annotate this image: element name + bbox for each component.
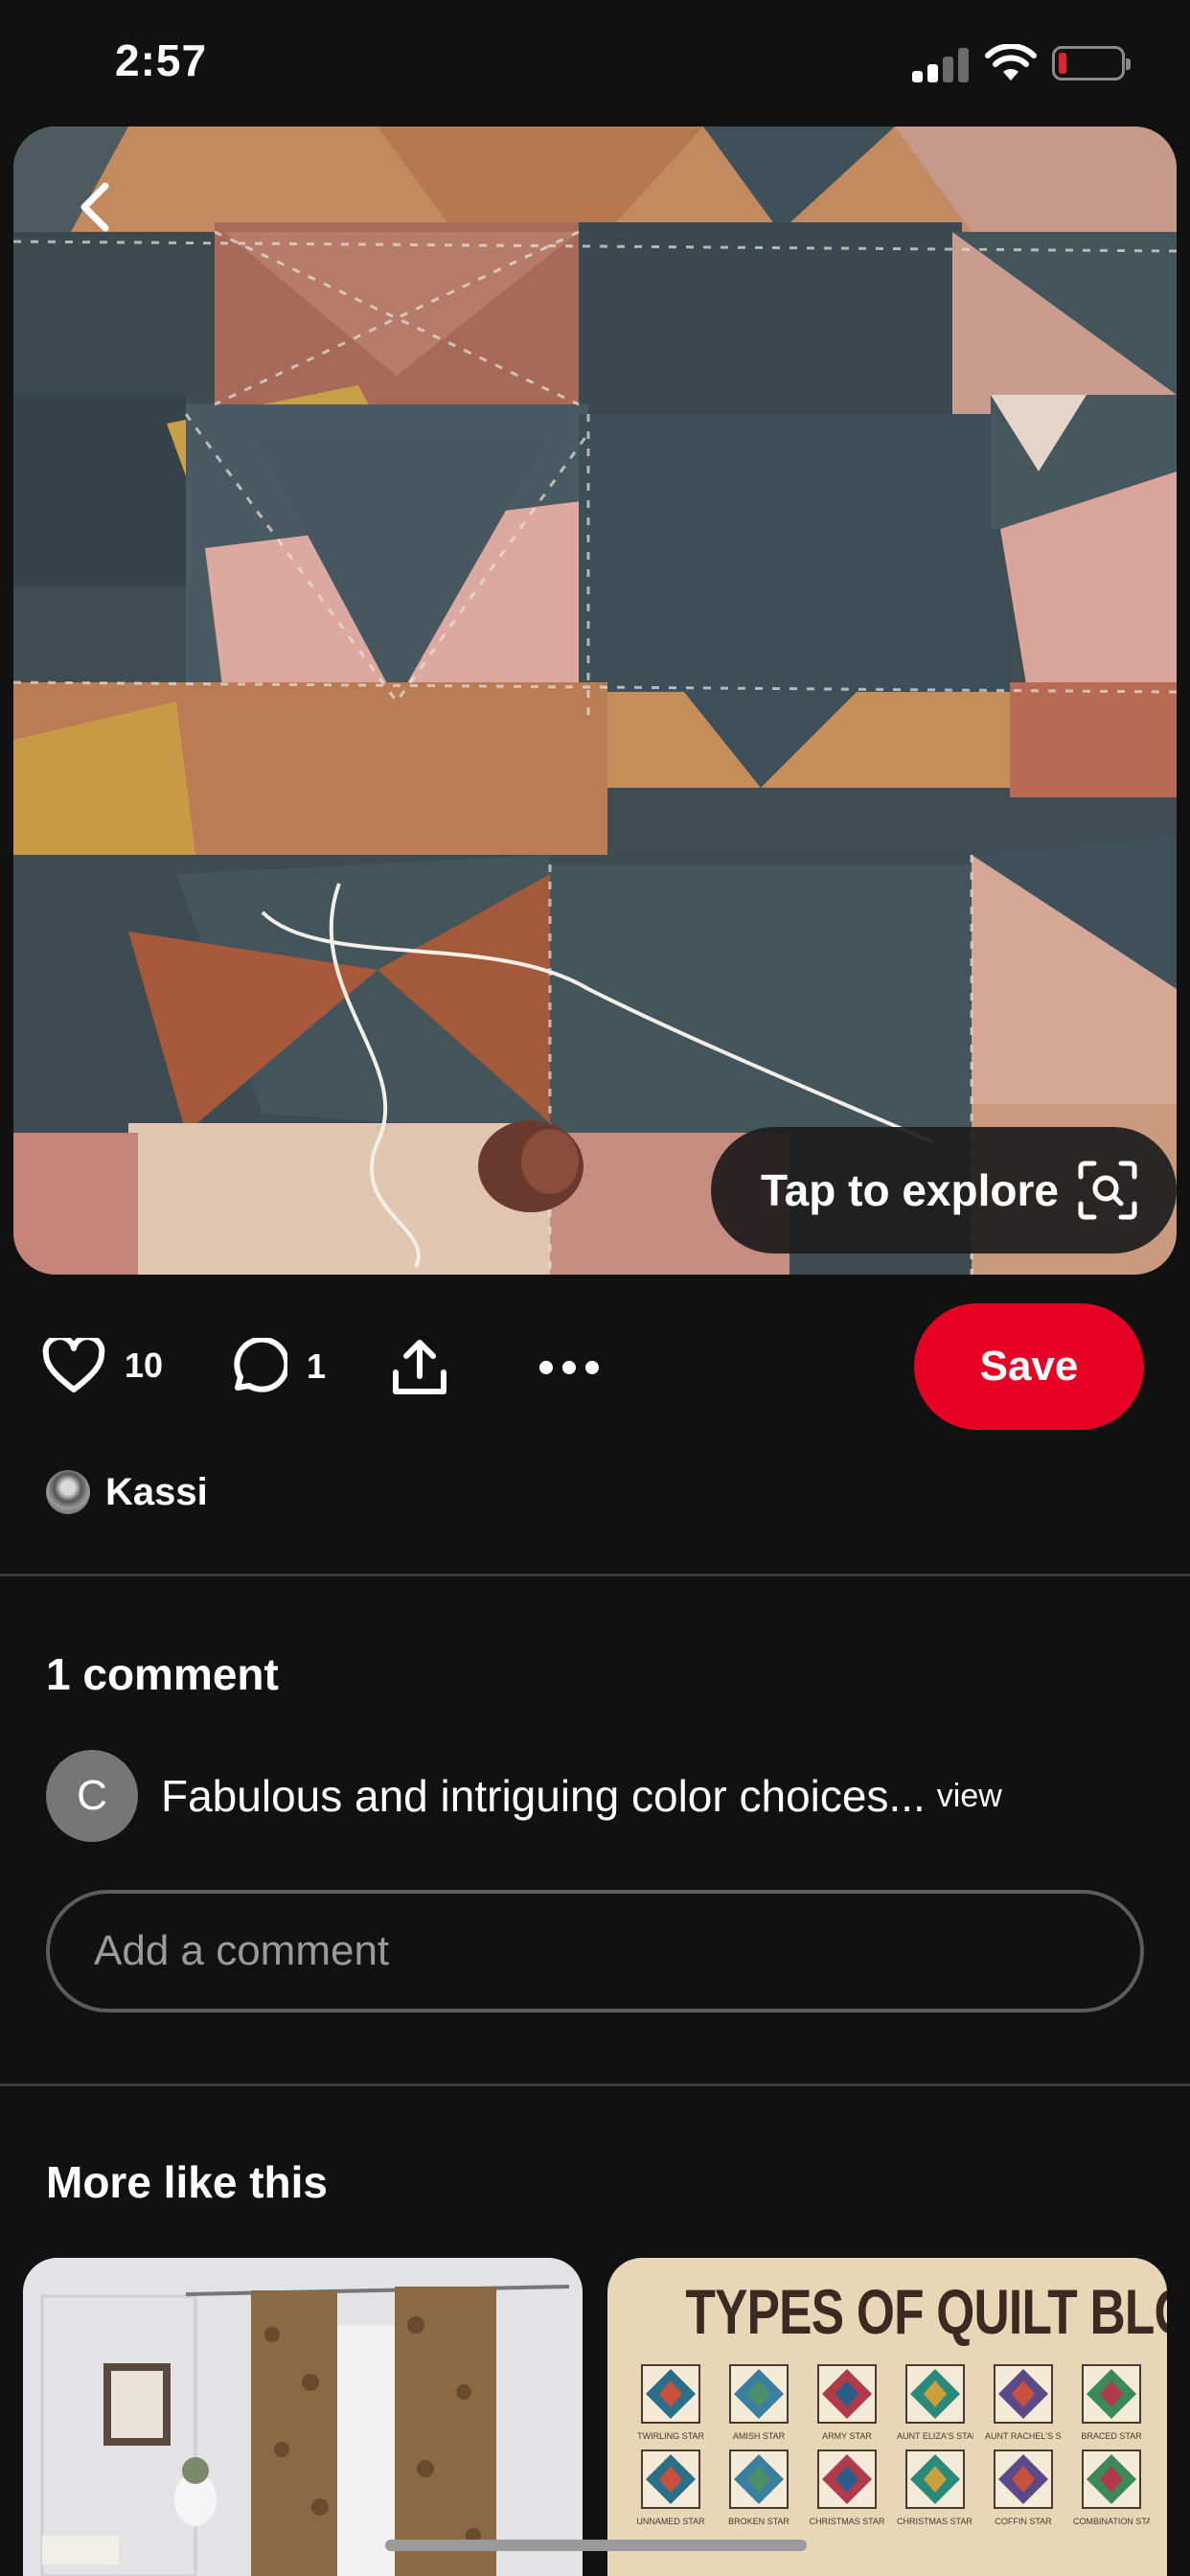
quilt-block-label: UNNAMED STAR (636, 2517, 705, 2526)
quilt-block-item: UNNAMED STAR (632, 2449, 709, 2526)
quilt-block-label: AUNT ELIZA'S STAR (897, 2431, 973, 2441)
add-comment-input[interactable] (46, 1890, 1144, 2012)
quilt-block-icon (641, 2450, 700, 2509)
related-pin-curtains[interactable] (23, 2258, 583, 2576)
author-name: Kassi (105, 1470, 208, 1513)
quilt-block-icon (817, 2364, 877, 2424)
home-indicator (385, 2540, 807, 2551)
share-icon (393, 1340, 446, 1394)
quilt-block-label: ARMY STAR (822, 2431, 872, 2441)
pin-actions: 10 1 Save (0, 1303, 1190, 1432)
comments-heading: 1 comment (46, 1649, 279, 1699)
chevron-left-icon (80, 182, 109, 232)
quilt-block-label: AUNT RACHEL'S STAR (985, 2431, 1062, 2441)
view-comment-link[interactable]: view (937, 1778, 1002, 1815)
quilt-block-label: COMBINATION STAR (1073, 2517, 1150, 2526)
commenter-avatar[interactable]: C (46, 1750, 138, 1842)
author-avatar (46, 1470, 90, 1514)
quilt-block-icon (729, 2450, 789, 2509)
save-button[interactable]: Save (914, 1303, 1144, 1430)
curtains-photo (23, 2258, 583, 2576)
heart-icon (42, 1338, 105, 1392)
quilt-block-item: COFFIN STAR (985, 2449, 1062, 2526)
divider (0, 2083, 1190, 2086)
quilt-block-item: BRACED STAR (1073, 2363, 1150, 2441)
quilt-block-icon (1082, 2364, 1141, 2424)
more-options-button[interactable] (538, 1359, 600, 1376)
back-button[interactable] (56, 169, 132, 245)
quilt-photo (13, 126, 1177, 1275)
tap-to-explore-label: Tap to explore (761, 1165, 1059, 1215)
ellipsis-icon (539, 1361, 599, 1374)
quilt-block-icon (817, 2450, 877, 2509)
quilt-block-item: BROKEN STAR (721, 2449, 797, 2526)
quilt-block-item: TWIRLING STAR (632, 2363, 709, 2441)
quilt-block-icon (994, 2450, 1053, 2509)
like-count: 10 (125, 1346, 164, 1385)
quilt-block-item: COMBINATION STAR (1073, 2449, 1150, 2526)
quilt-block-label: BRACED STAR (1081, 2431, 1142, 2441)
quilt-block-icon (1082, 2450, 1141, 2509)
quilt-block-label: CHRISTMAS STAR II (897, 2517, 973, 2526)
quilt-block-item: AUNT RACHEL'S STAR (985, 2363, 1062, 2441)
battery-icon (1052, 46, 1131, 80)
quilt-block-grid: TWIRLING STAR AMISH STAR ARMY STAR AUNT ELI… (632, 2363, 1150, 2526)
quilt-block-label: AMISH STAR (732, 2431, 786, 2441)
quilt-block-item: ARMY STAR (809, 2363, 885, 2441)
quilt-block-label: BROKEN STAR (728, 2517, 790, 2526)
pin-image[interactable]: Tap to explore (13, 126, 1177, 1275)
quilt-block-label: TWIRLING STAR (637, 2431, 704, 2441)
quilt-block-item: AUNT ELIZA'S STAR (897, 2363, 973, 2441)
quilt-block-label: CHRISTMAS STAR (809, 2517, 885, 2526)
quilt-chart-title: TYPES OF QUILT BLOCKS (685, 2276, 1167, 2347)
quilt-block-icon (905, 2450, 965, 2509)
comment-button[interactable]: 1 (228, 1338, 326, 1395)
quilt-block-icon (994, 2364, 1053, 2424)
quilt-block-item: CHRISTMAS STAR II (897, 2449, 973, 2526)
quilt-block-icon (905, 2364, 965, 2424)
tap-to-explore-button[interactable]: Tap to explore (711, 1127, 1177, 1254)
wifi-icon (985, 44, 1037, 80)
status-time: 2:57 (115, 35, 208, 85)
related-pin-quilt-blocks[interactable]: TYPES OF QUILT BLOCKS TWIRLING STAR AMISH… (607, 2258, 1167, 2576)
cellular-signal-icon (912, 48, 970, 82)
more-like-this-heading: More like this (46, 2157, 328, 2207)
quilt-block-icon (729, 2364, 789, 2424)
like-button[interactable]: 10 (42, 1338, 163, 1393)
quilt-block-item: AMISH STAR (721, 2363, 797, 2441)
author-link[interactable]: Kassi (46, 1470, 208, 1514)
divider (0, 1574, 1190, 1576)
comment-count: 1 (307, 1346, 327, 1386)
status-bar: 2:57 (0, 0, 1190, 126)
quilt-block-item: CHRISTMAS STAR (809, 2449, 885, 2526)
comment-item: C Fabulous and intriguing color choices.… (46, 1750, 1002, 1842)
quilt-block-label: COFFIN STAR (995, 2517, 1052, 2526)
share-button[interactable] (391, 1338, 448, 1397)
comment-text: Fabulous and intriguing color choices... (161, 1771, 926, 1821)
quilt-block-icon (641, 2364, 700, 2424)
comment-bubble-icon (234, 1338, 287, 1392)
visual-search-icon (1078, 1161, 1137, 1220)
